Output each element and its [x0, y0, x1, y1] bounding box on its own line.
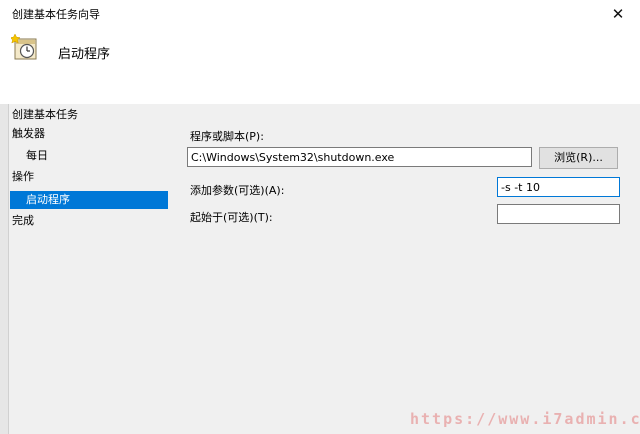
title-bar: 创建基本任务向导 ✕ [0, 0, 640, 28]
nav-item-start-program[interactable]: 启动程序 [10, 191, 168, 209]
background-window-edge [0, 104, 9, 434]
task-wizard-window: 创建基本任务向导 ✕ 启动程序 创建基本任务 触发器 每日 操作 启动程序 完成… [0, 0, 640, 434]
start-in-input[interactable] [497, 204, 620, 224]
close-button[interactable]: ✕ [596, 0, 640, 28]
browse-button[interactable]: 浏览(R)... [539, 147, 618, 169]
arguments-label: 添加参数(可选)(A): [190, 184, 285, 197]
window-title: 创建基本任务向导 [12, 8, 100, 21]
program-label: 程序或脚本(P): [190, 130, 264, 143]
nav-heading: 创建基本任务 [12, 108, 78, 121]
wizard-header: 启动程序 [0, 28, 640, 104]
page-title: 启动程序 [58, 47, 111, 62]
nav-item-finish[interactable]: 完成 [12, 212, 34, 230]
nav-item-daily[interactable]: 每日 [26, 147, 48, 165]
arguments-input[interactable] [497, 177, 620, 197]
nav-item-action[interactable]: 操作 [12, 168, 34, 186]
nav-item-trigger[interactable]: 触发器 [12, 125, 45, 143]
site-watermark: https://www.i7admin.cc [410, 410, 640, 428]
scheduled-task-clock-icon [11, 34, 37, 60]
start-in-label: 起始于(可选)(T): [190, 211, 273, 224]
program-path-input[interactable] [187, 147, 532, 167]
